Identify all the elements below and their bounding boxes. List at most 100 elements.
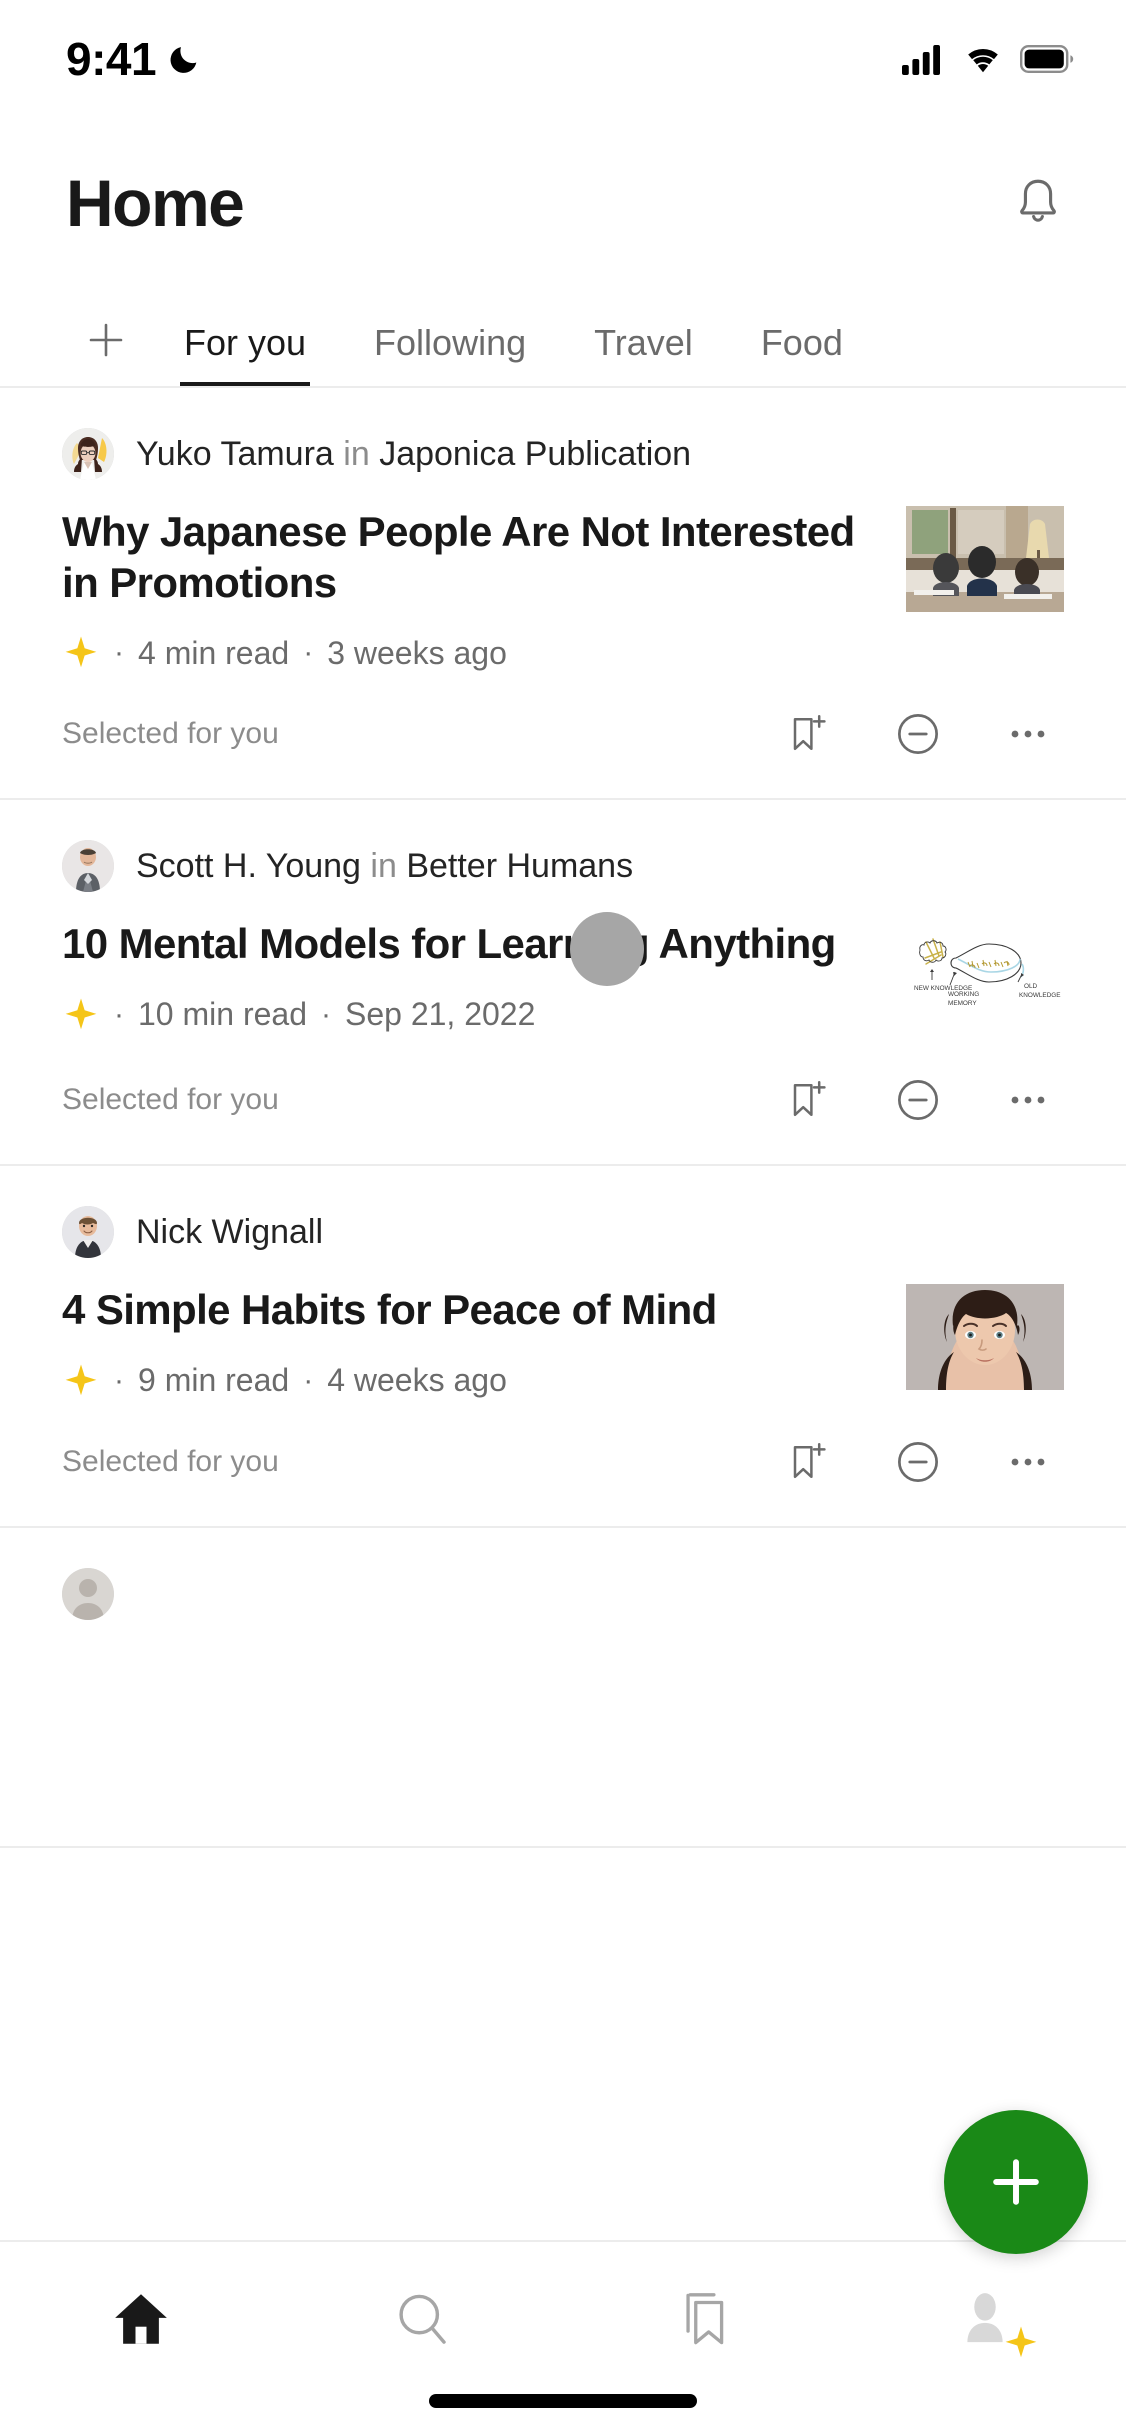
author-name: Scott H. Young — [136, 846, 361, 885]
bookmark-add-icon — [793, 1081, 826, 1117]
nav-search[interactable] — [282, 2276, 564, 2362]
tab-following[interactable]: Following — [340, 322, 560, 386]
card-main: 4 Simple Habits for Peace of Mind · 9 mi… — [62, 1284, 878, 1399]
meta-separator: · — [303, 1363, 314, 1397]
article-thumbnail[interactable] — [906, 1284, 1064, 1391]
avatar — [62, 428, 114, 480]
cellular-signal-icon — [902, 45, 940, 75]
nav-home[interactable] — [0, 2276, 282, 2362]
status-bar-right — [902, 43, 1074, 75]
plus-icon — [89, 323, 123, 357]
bookmark-add-button[interactable] — [780, 1434, 836, 1490]
article-title[interactable]: 4 Simple Habits for Peace of Mind — [62, 1284, 878, 1335]
publication-name: Better Humans — [406, 846, 634, 885]
more-options-button[interactable] — [1000, 1072, 1056, 1128]
article-card[interactable]: Nick Wignall 4 Simple Habits for Peace o… — [0, 1166, 1126, 1528]
article-thumbnail[interactable] — [906, 506, 1064, 612]
byline[interactable] — [62, 1567, 1064, 1620]
publication-name: Japonica Publication — [379, 434, 692, 473]
article-meta: · 4 min read · 3 weeks ago — [62, 634, 878, 672]
svg-text:WORKING: WORKING — [948, 991, 979, 998]
hide-story-button[interactable] — [890, 1434, 946, 1490]
byline[interactable]: Scott H. Young in Better Humans — [62, 840, 1064, 893]
status-bar: 9:41 — [0, 0, 1126, 118]
app-header: Home — [0, 118, 1126, 288]
byline-text: Yuko Tamura in Japonica Publication — [136, 435, 691, 474]
selected-for-you-label: Selected for you — [62, 1083, 279, 1117]
minus-circle-icon — [898, 1441, 938, 1482]
byline-in-word: in — [370, 846, 397, 885]
card-main: Why Japanese People Are Not Interested i… — [62, 506, 878, 672]
sparkle-icon — [65, 637, 97, 668]
woman-portrait-photo — [906, 1284, 1064, 1391]
more-options-icon — [1011, 1097, 1045, 1104]
card-footer: Selected for you — [62, 706, 1064, 762]
author-name: Yuko Tamura — [136, 434, 334, 473]
tab-for-you[interactable]: For you — [150, 322, 340, 386]
bell-icon — [1020, 179, 1056, 222]
more-options-button[interactable] — [1000, 706, 1056, 762]
byline[interactable]: Yuko Tamura in Japonica Publication — [62, 428, 1064, 480]
home-icon — [114, 2294, 167, 2344]
card-main: 10 Mental Models for Learning Anything ·… — [62, 918, 878, 1033]
byline-text: Scott H. Young in Better Humans — [136, 847, 633, 886]
profile-wrap — [952, 2286, 1037, 2358]
nav-profile[interactable] — [845, 2276, 1126, 2362]
status-bar-left: 9:41 — [66, 32, 202, 86]
author-avatar-nick-wignall — [62, 1206, 114, 1259]
bookmark-add-icon — [793, 1442, 826, 1478]
add-tab-button[interactable] — [62, 316, 150, 386]
read-time: 9 min read — [138, 1362, 290, 1399]
card-body: 10 Mental Models for Learning Anything ·… — [62, 918, 1064, 1039]
svg-text:OLD: OLD — [1024, 983, 1038, 990]
selected-for-you-label: Selected for you — [62, 1444, 279, 1478]
search-icon — [399, 2294, 446, 2344]
tab-travel[interactable]: Travel — [560, 322, 727, 386]
author-avatar-scott-h-young — [62, 840, 114, 893]
article-card[interactable]: Scott H. Young in Better Humans 10 Menta… — [0, 800, 1126, 1167]
loading-placeholder-circle — [570, 912, 644, 987]
bookmark-add-button[interactable] — [780, 1072, 836, 1128]
bottom-navigation — [0, 2240, 1126, 2436]
author-avatar-partial — [62, 1567, 114, 1620]
byline-in-word: in — [343, 434, 370, 473]
tab-food[interactable]: Food — [727, 322, 877, 386]
hide-story-button[interactable] — [890, 1072, 946, 1128]
bookmark-add-button[interactable] — [780, 706, 836, 762]
article-thumbnail[interactable]: NEW KNOWLEDGE WORKING MEMORY OLD KNOWLED… — [906, 918, 1064, 1039]
office-workers-photo — [906, 506, 1064, 612]
card-body: 4 Simple Habits for Peace of Mind · 9 mi… — [62, 1284, 1064, 1399]
byline[interactable]: Nick Wignall — [62, 1206, 1064, 1259]
card-actions — [780, 1434, 1064, 1490]
article-title[interactable]: Why Japanese People Are Not Interested i… — [62, 506, 878, 608]
article-meta: · 10 min read · Sep 21, 2022 — [62, 996, 878, 1034]
article-card[interactable]: Yuko Tamura in Japonica Publication Why … — [0, 388, 1126, 801]
more-options-button[interactable] — [1000, 1434, 1056, 1490]
article-title[interactable]: 10 Mental Models for Learning Anything — [62, 918, 878, 969]
article-card-partial[interactable] — [0, 1528, 1126, 1848]
meta-separator: · — [114, 636, 124, 670]
publish-date: 4 weeks ago — [327, 1362, 507, 1399]
knowledge-balloon-sketch: NEW KNOWLEDGE WORKING MEMORY OLD KNOWLED… — [906, 918, 1064, 1039]
read-time: 4 min read — [138, 634, 290, 671]
article-feed: Yuko Tamura in Japonica Publication Why … — [0, 388, 1126, 1848]
selected-for-you-label: Selected for you — [62, 717, 279, 751]
notifications-button[interactable] — [1002, 167, 1074, 239]
feed-tabs: For you Following Travel Food — [0, 288, 1126, 388]
home-indicator — [429, 2394, 697, 2408]
more-options-icon — [1011, 731, 1045, 738]
author-name: Nick Wignall — [136, 1212, 324, 1251]
hide-story-button[interactable] — [890, 706, 946, 762]
meta-separator: · — [114, 997, 124, 1031]
bookmark-add-icon — [793, 715, 826, 751]
create-story-fab[interactable] — [944, 2110, 1088, 2254]
publish-date: Sep 21, 2022 — [344, 996, 536, 1033]
card-body: Why Japanese People Are Not Interested i… — [62, 506, 1064, 672]
crescent-moon-icon — [170, 47, 197, 73]
card-footer: Selected for you — [62, 1072, 1064, 1128]
article-meta: · 9 min read · 4 weeks ago — [62, 1362, 878, 1400]
nav-bookmarks[interactable] — [563, 2276, 845, 2362]
svg-text:MEMORY: MEMORY — [948, 1000, 977, 1007]
meta-separator: · — [303, 636, 314, 670]
bookmarks-icon — [686, 2293, 723, 2345]
